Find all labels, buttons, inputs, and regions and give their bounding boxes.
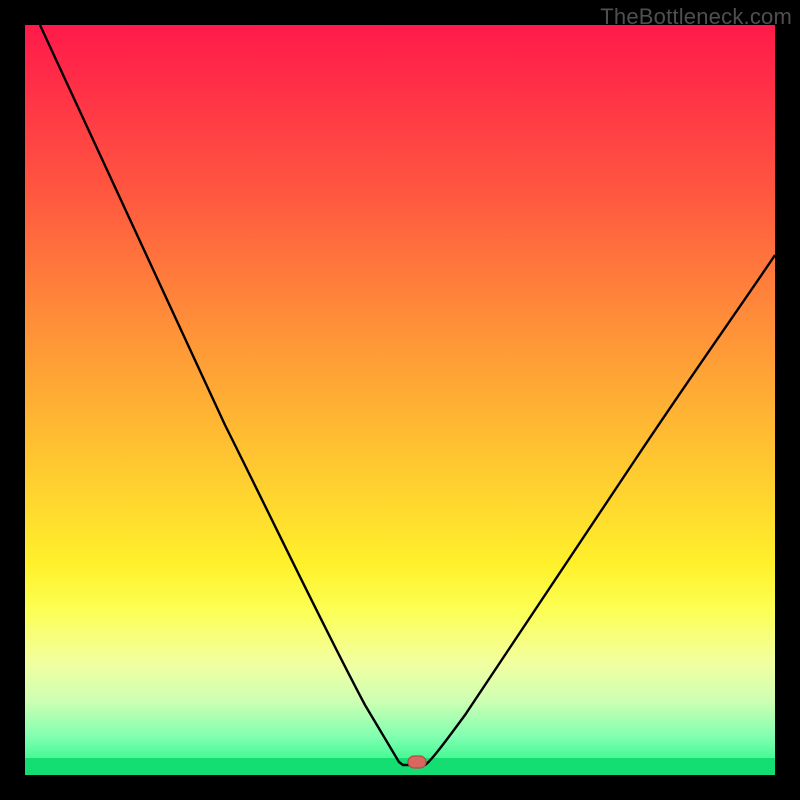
chart-svg [25,25,775,775]
plot-area [25,25,775,775]
chart-frame: TheBottleneck.com [0,0,800,800]
optimal-point-marker [408,756,426,768]
watermark-text: TheBottleneck.com [600,4,792,30]
bottleneck-curve [40,25,775,765]
